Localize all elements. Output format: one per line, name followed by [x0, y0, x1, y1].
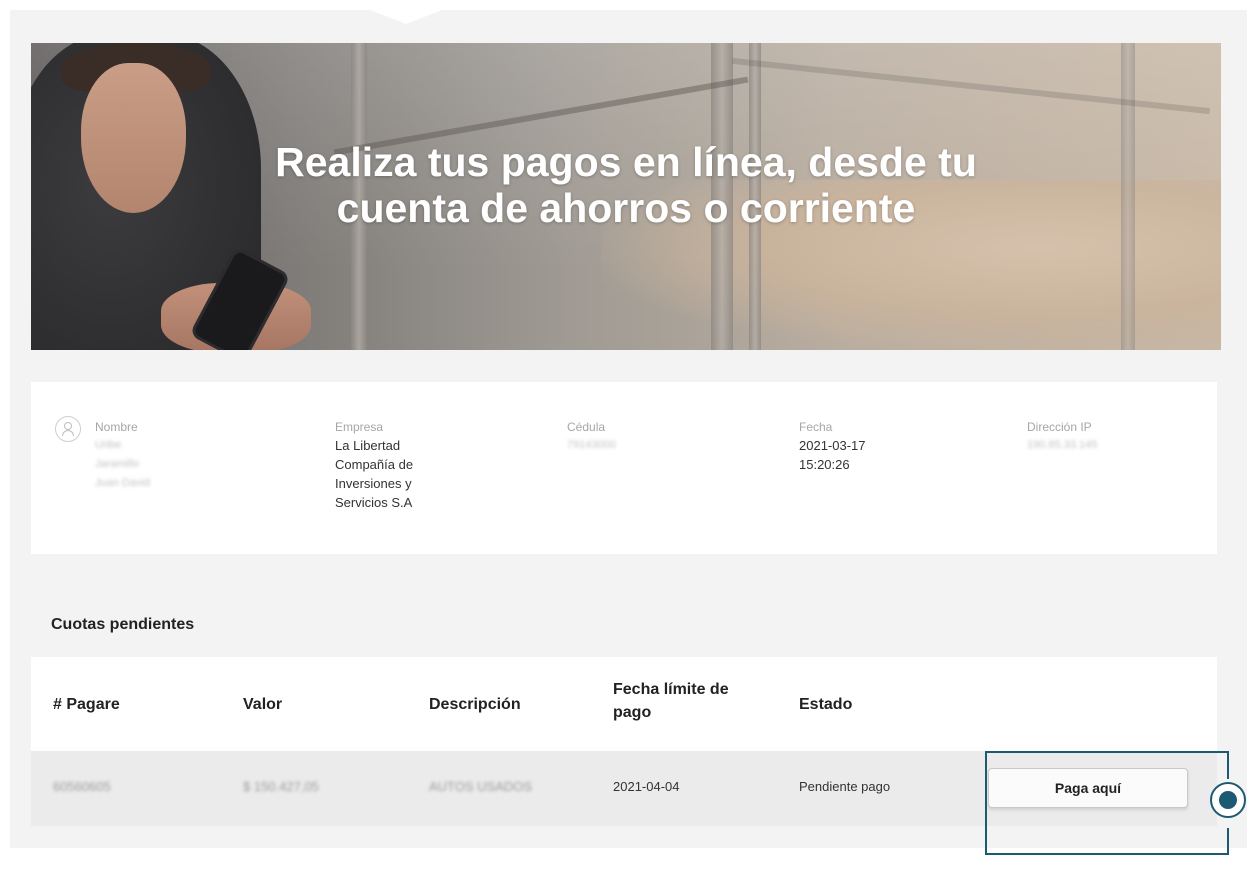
user-icon: [55, 416, 81, 442]
highlight-callout: [985, 751, 1229, 855]
header-pagare: # Pagare: [53, 696, 120, 713]
cell-estado: Pendiente pago: [799, 779, 891, 794]
top-notch: [370, 10, 442, 24]
header-estado: Estado: [799, 696, 853, 713]
section-title: Cuotas pendientes: [51, 616, 195, 633]
cell-valor: $ 150.427,05: [243, 779, 319, 794]
user-info-card: Nombre Uribe Jaramillo Juan David Empres…: [31, 382, 1217, 554]
header-fecha: Fecha límite de pago: [613, 681, 729, 721]
header-valor: Valor: [243, 696, 283, 713]
hero-banner: Realiza tus pagos en línea, desde tu cue…: [31, 43, 1221, 350]
info-ip: Dirección IP 190.85.33.145: [1027, 420, 1098, 451]
hero-title: Realiza tus pagos en línea, desde tu cue…: [275, 139, 977, 231]
info-fecha: Fecha 2021-03-17 15:20:26: [799, 420, 866, 472]
info-empresa: Empresa La Libertad Compañía de Inversio…: [335, 420, 414, 510]
cell-descripcion: AUTOS USADOS: [429, 779, 533, 794]
table-header: # Pagare Valor Descripción Fecha límite …: [31, 657, 1217, 751]
target-marker-icon: [1210, 782, 1246, 818]
info-cedula: Cédula 79143000: [567, 420, 616, 451]
cell-pagare: 60560605: [53, 779, 111, 794]
cell-fecha: 2021-04-04: [613, 779, 680, 794]
info-nombre: Nombre Uribe Jaramillo Juan David: [95, 420, 151, 489]
header-descripcion: Descripción: [429, 696, 521, 713]
highlight-callout-edge: [1227, 751, 1229, 779]
highlight-callout-edge: [1227, 828, 1229, 855]
